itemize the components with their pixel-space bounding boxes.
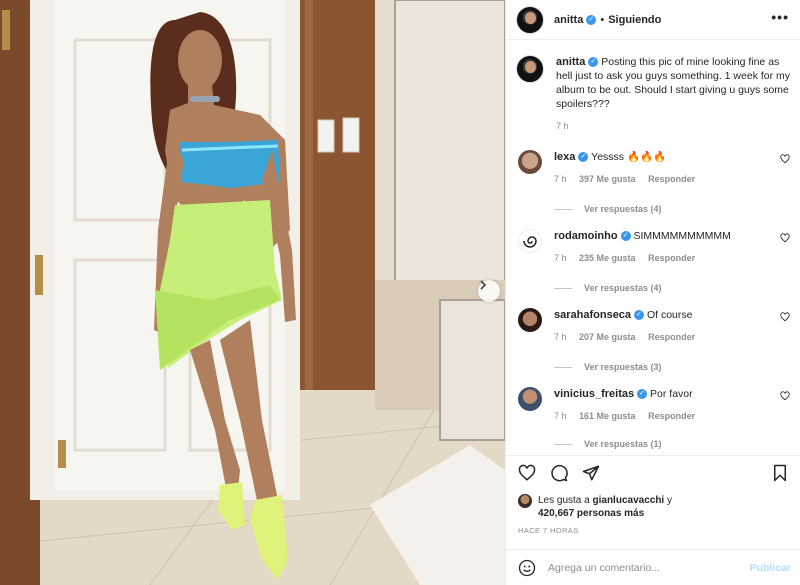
photo-illustration <box>0 0 505 585</box>
like-comment-heart-icon[interactable] <box>780 391 790 401</box>
comment-input[interactable] <box>548 562 738 574</box>
reply-button[interactable]: Responder <box>648 332 695 342</box>
like-comment-heart-icon[interactable] <box>780 312 790 322</box>
comment-item: lexa ✓ Yessss 🔥🔥🔥 7 h 397 Me gusta Respon… <box>516 150 796 216</box>
reply-button[interactable]: Responder <box>648 174 695 184</box>
view-replies-button[interactable]: Ver respuestas (4) <box>554 202 774 216</box>
emoji-icon[interactable] <box>518 559 536 577</box>
post-time-ago: HACE 7 HORAS <box>518 526 579 535</box>
bookmark-icon[interactable] <box>771 464 789 482</box>
view-replies-button[interactable]: Ver respuestas (4) <box>554 281 774 295</box>
comment-text: Por favor <box>650 388 693 400</box>
publish-button[interactable]: Publicar <box>750 562 791 574</box>
post-header: anitta ✓ • Siguiendo ••• <box>506 0 800 40</box>
comment-item: sarahafonseca ✓ Of course 7 h 207 Me gust… <box>516 308 796 374</box>
share-icon[interactable] <box>582 464 600 482</box>
post-actions: Les gusta a gianlucavacchi y 420,667 per… <box>506 455 800 585</box>
comment-text: SIMMMMMMMMMM <box>633 230 731 242</box>
next-image-button[interactable] <box>478 280 500 302</box>
instagram-post: anitta ✓ • Siguiendo ••• anitta ✓ Posting… <box>0 0 800 585</box>
verified-icon: ✓ <box>634 310 645 321</box>
reply-button[interactable]: Responder <box>648 411 695 421</box>
caption-time: 7 h <box>556 121 569 131</box>
comment-likes[interactable]: 397 Me gusta <box>579 174 636 184</box>
comment-likes[interactable]: 161 Me gusta <box>579 411 636 421</box>
like-comment-heart-icon[interactable] <box>780 154 790 164</box>
spiral-logo-icon <box>523 236 537 248</box>
caption-avatar[interactable] <box>516 55 544 83</box>
heart-icon[interactable] <box>518 464 536 482</box>
reply-button[interactable]: Responder <box>648 253 695 263</box>
post-photo[interactable] <box>0 0 505 585</box>
likes-count[interactable]: 420,667 personas más <box>538 508 644 519</box>
caption-username[interactable]: anitta <box>556 56 585 68</box>
like-comment-heart-icon[interactable] <box>780 233 790 243</box>
comment-item: vinicius_freitas ✓ Por favor 7 h 161 Me g… <box>516 387 796 451</box>
comment-text: Of course <box>646 309 693 321</box>
commenter-avatar[interactable] <box>518 387 542 411</box>
verified-icon: ✓ <box>637 389 648 400</box>
verified-icon: ✓ <box>578 152 589 163</box>
comment-text: Yessss 🔥🔥🔥 <box>591 151 667 163</box>
commenter-username[interactable]: vinicius_freitas <box>554 388 634 400</box>
likes-prefix: Les gusta a <box>538 495 590 506</box>
comment-time: 7 h <box>554 332 567 342</box>
author-avatar[interactable] <box>516 5 544 34</box>
comment-time: 7 h <box>554 253 567 263</box>
add-comment-bar: Publicar <box>506 549 800 585</box>
caption: anitta ✓ Posting this pic of mine looking… <box>516 55 796 133</box>
liker-username[interactable]: gianlucavacchi <box>593 495 665 506</box>
comment-time: 7 h <box>554 411 567 421</box>
post-side-panel: anitta ✓ • Siguiendo ••• anitta ✓ Posting… <box>505 0 800 585</box>
commenter-avatar[interactable] <box>518 308 542 332</box>
comment-item: rodamoinho ✓ SIMMMMMMMMMM 7 h 235 Me gust… <box>516 229 796 295</box>
commenter-username[interactable]: sarahafonseca <box>554 309 631 321</box>
likes-summary: Les gusta a gianlucavacchi y 420,667 per… <box>518 494 738 520</box>
comment-likes[interactable]: 235 Me gusta <box>579 253 636 263</box>
view-replies-button[interactable]: Ver respuestas (1) <box>554 437 774 451</box>
comment-icon[interactable] <box>550 464 568 482</box>
verified-icon: ✓ <box>588 57 599 68</box>
commenter-avatar[interactable] <box>518 229 542 253</box>
commenter-username[interactable]: lexa <box>554 151 575 163</box>
author-username[interactable]: anitta <box>554 14 583 26</box>
verified-icon: ✓ <box>620 231 631 242</box>
comment-likes[interactable]: 207 Me gusta <box>579 332 636 342</box>
liker-avatar[interactable] <box>518 494 532 508</box>
more-options-icon[interactable]: ••• <box>771 10 789 24</box>
view-replies-button[interactable]: Ver respuestas (3) <box>554 360 774 374</box>
chevron-right-icon <box>480 280 487 290</box>
commenter-avatar[interactable] <box>518 150 542 174</box>
likes-conjunction: y <box>666 495 672 506</box>
following-button[interactable]: Siguiendo <box>608 14 661 26</box>
verified-icon: ✓ <box>586 14 597 25</box>
commenter-username[interactable]: rodamoinho <box>554 230 618 242</box>
separator-dot: • <box>600 13 605 26</box>
comment-time: 7 h <box>554 174 567 184</box>
